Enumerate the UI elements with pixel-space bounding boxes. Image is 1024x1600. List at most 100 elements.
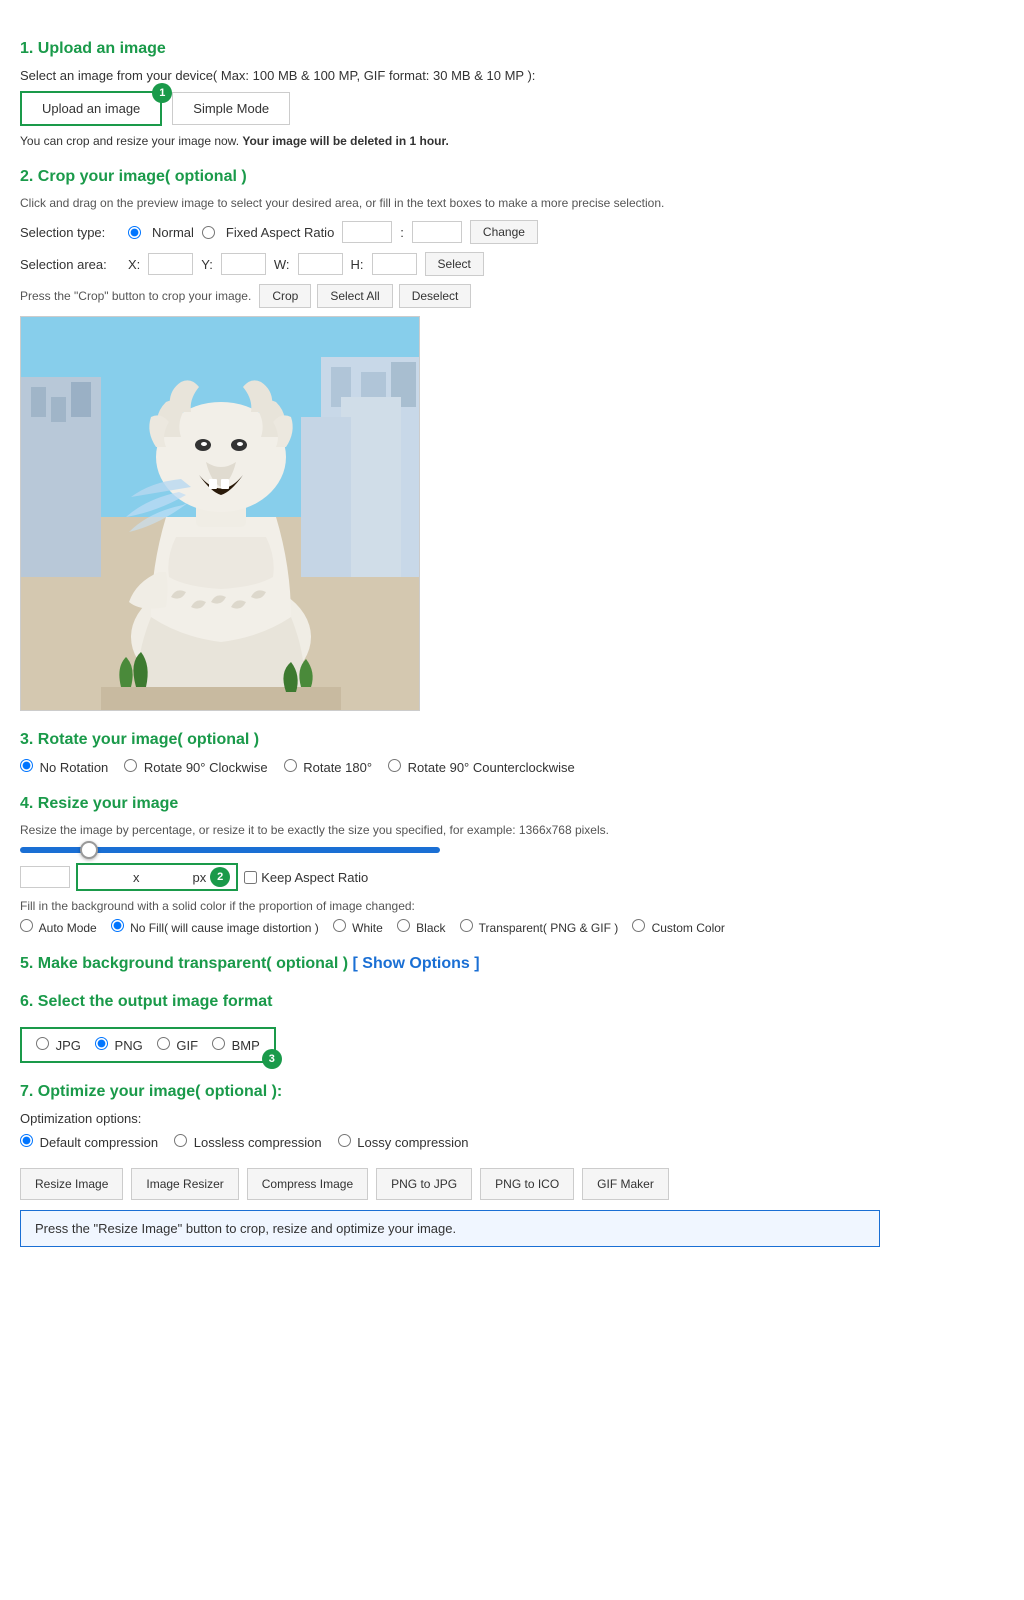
rotate-ccw-radio[interactable]	[388, 759, 401, 772]
h-input[interactable]: 0	[372, 253, 417, 275]
change-button[interactable]: Change	[470, 220, 538, 244]
transparent-radio[interactable]	[460, 919, 473, 932]
white-option[interactable]: White	[333, 919, 383, 935]
custom-color-option[interactable]: Custom Color	[632, 919, 725, 935]
aspect-height-input[interactable]: 768	[412, 221, 462, 243]
no-fill-radio[interactable]	[111, 919, 124, 932]
fixed-aspect-radio[interactable]	[202, 226, 215, 239]
transparent-option[interactable]: Transparent( PNG & GIF )	[460, 919, 619, 935]
rotate-ccw-label: Rotate 90° Counterclockwise	[408, 760, 575, 775]
lossless-compression-option[interactable]: Lossless compression	[174, 1134, 322, 1150]
no-rotation-radio[interactable]	[20, 759, 33, 772]
rotate-cw-option[interactable]: Rotate 90° Clockwise	[124, 759, 267, 775]
format-options-box: JPG PNG GIF BMP 3	[20, 1027, 276, 1063]
lossless-compression-radio[interactable]	[174, 1134, 187, 1147]
lossy-compression-option[interactable]: Lossy compression	[338, 1134, 469, 1150]
select-button[interactable]: Select	[425, 252, 484, 276]
rotate-cw-radio[interactable]	[124, 759, 137, 772]
keep-aspect-label[interactable]: Keep Aspect Ratio	[244, 870, 368, 885]
rotate-180-radio[interactable]	[284, 759, 297, 772]
default-compression-radio[interactable]	[20, 1134, 33, 1147]
bmp-option[interactable]: BMP	[212, 1037, 260, 1053]
image-resizer-button[interactable]: Image Resizer	[131, 1168, 238, 1200]
format-badge-wrapper: JPG PNG GIF BMP 3	[20, 1021, 276, 1063]
default-compression-option[interactable]: Default compression	[20, 1134, 158, 1150]
section-crop: 2. Crop your image( optional ) Click and…	[20, 168, 880, 711]
selection-area-label: Selection area:	[20, 257, 120, 272]
png-radio[interactable]	[95, 1037, 108, 1050]
select-all-button[interactable]: Select All	[317, 284, 392, 308]
png-to-jpg-button[interactable]: PNG to JPG	[376, 1168, 472, 1200]
no-rotation-label: No Rotation	[40, 760, 109, 775]
resize-height-input[interactable]: 32	[144, 867, 189, 887]
jpg-option[interactable]: JPG	[36, 1037, 81, 1053]
section5-heading: 5. Make background transparent( optional…	[20, 955, 880, 973]
y-input[interactable]: 0	[221, 253, 266, 275]
bmp-radio[interactable]	[212, 1037, 225, 1050]
status-box: Press the "Resize Image" button to crop,…	[20, 1210, 880, 1247]
black-radio[interactable]	[397, 919, 410, 932]
png-label: PNG	[115, 1038, 143, 1053]
resize-image-button[interactable]: Resize Image	[20, 1168, 123, 1200]
auto-mode-option[interactable]: Auto Mode	[20, 919, 97, 935]
w-input[interactable]: 0	[298, 253, 343, 275]
resize-slider-container	[20, 847, 880, 853]
section-optimize: 7. Optimize your image( optional ): Opti…	[20, 1083, 880, 1150]
jpg-label: JPG	[56, 1038, 81, 1053]
gif-option[interactable]: GIF	[157, 1037, 198, 1053]
png-option[interactable]: PNG	[95, 1037, 143, 1053]
status-message: Press the "Resize Image" button to crop,…	[35, 1221, 456, 1236]
custom-color-radio[interactable]	[632, 919, 645, 932]
y-label: Y:	[201, 257, 213, 272]
crop-buttons: Crop Select All Deselect	[259, 284, 471, 308]
percent-input[interactable]: 7	[20, 866, 70, 888]
png-to-ico-button[interactable]: PNG to ICO	[480, 1168, 574, 1200]
crop-note: Press the "Crop" button to crop your ima…	[20, 289, 251, 303]
badge-3: 3	[262, 1049, 282, 1069]
badge-1: 1	[152, 83, 172, 103]
keep-aspect-text: Keep Aspect Ratio	[261, 870, 368, 885]
white-radio[interactable]	[333, 919, 346, 932]
resize-slider-track[interactable]	[20, 847, 440, 853]
x-label: X:	[128, 257, 140, 272]
compress-image-button[interactable]: Compress Image	[247, 1168, 368, 1200]
no-rotation-option[interactable]: No Rotation	[20, 759, 108, 775]
resize-badge-wrapper: 32 x 32 px 2	[76, 863, 238, 891]
resize-inputs-row: 7 32 x 32 px 2 Keep Aspect Ratio	[20, 863, 880, 891]
resize-slider-thumb[interactable]	[80, 841, 98, 859]
auto-mode-radio[interactable]	[20, 919, 33, 932]
x-input[interactable]: 0	[148, 253, 193, 275]
upload-image-button[interactable]: Upload an image	[20, 91, 162, 126]
keep-aspect-checkbox[interactable]	[244, 871, 257, 884]
lossy-compression-radio[interactable]	[338, 1134, 351, 1147]
show-options-link[interactable]: [ Show Options ]	[353, 955, 480, 972]
simple-mode-button[interactable]: Simple Mode	[172, 92, 290, 125]
resize-width-input[interactable]: 32	[84, 867, 129, 887]
merlion-svg	[21, 317, 420, 711]
rotate-180-option[interactable]: Rotate 180°	[284, 759, 372, 775]
section4-description: Resize the image by percentage, or resiz…	[20, 823, 880, 837]
deselect-button[interactable]: Deselect	[399, 284, 472, 308]
black-option[interactable]: Black	[397, 919, 446, 935]
bmp-label: BMP	[232, 1038, 260, 1053]
section2-description: Click and drag on the preview image to s…	[20, 196, 880, 210]
gif-maker-button[interactable]: GIF Maker	[582, 1168, 669, 1200]
rotate-ccw-option[interactable]: Rotate 90° Counterclockwise	[388, 759, 575, 775]
crop-button[interactable]: Crop	[259, 284, 311, 308]
h-label: H:	[351, 257, 364, 272]
no-fill-option[interactable]: No Fill( will cause image distortion )	[111, 919, 319, 935]
rotate-options-row: No Rotation Rotate 90° Clockwise Rotate …	[20, 759, 880, 775]
aspect-width-input[interactable]: 1366	[342, 221, 392, 243]
upload-btn-row: Upload an image 1 Simple Mode	[20, 91, 880, 126]
jpg-radio[interactable]	[36, 1037, 49, 1050]
normal-radio[interactable]	[128, 226, 141, 239]
rotate-180-label: Rotate 180°	[303, 760, 372, 775]
section-format: 6. Select the output image format JPG PN…	[20, 993, 880, 1063]
lossless-compression-label: Lossless compression	[194, 1135, 322, 1150]
gif-radio[interactable]	[157, 1037, 170, 1050]
lossy-compression-label: Lossy compression	[357, 1135, 468, 1150]
fill-options-row: Auto Mode No Fill( will cause image dist…	[20, 919, 880, 935]
section6-heading: 6. Select the output image format	[20, 993, 880, 1011]
merlion-image	[21, 317, 420, 711]
section-upload: 1. Upload an image Select an image from …	[20, 40, 880, 148]
